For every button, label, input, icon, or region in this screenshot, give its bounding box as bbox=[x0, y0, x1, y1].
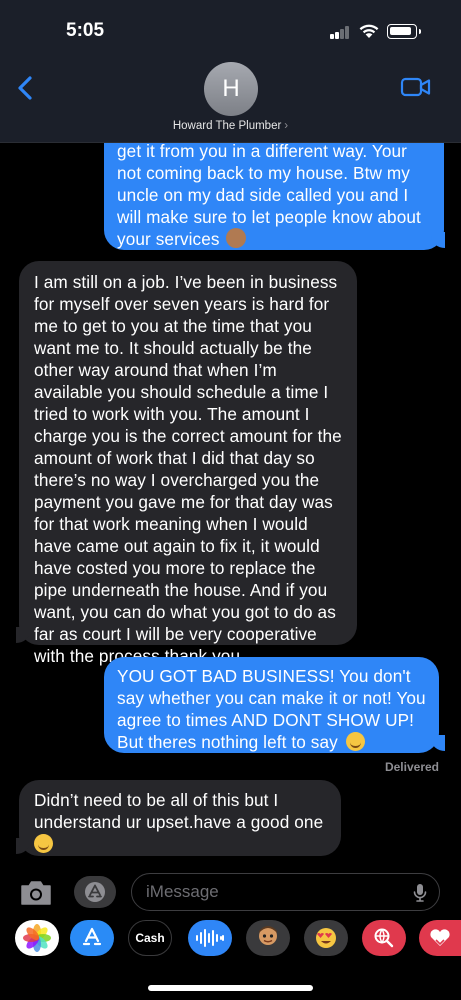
app-store-app-button[interactable] bbox=[70, 920, 114, 956]
battery-icon bbox=[387, 24, 421, 39]
digital-touch-app-button[interactable] bbox=[419, 920, 461, 956]
message-text: I am still on a job. I’ve been in busine… bbox=[34, 272, 342, 666]
smiling-face-emoji-icon bbox=[34, 834, 53, 853]
memoji-icon bbox=[259, 926, 277, 945]
app-drawer: Cash bbox=[0, 920, 461, 960]
photos-icon bbox=[23, 924, 51, 952]
message-text: YOU GOT BAD BUSINESS! You don't say whet… bbox=[117, 666, 426, 752]
contact-name-label: Howard The Plumber bbox=[172, 120, 282, 132]
bubble-tail-mask bbox=[2, 836, 16, 854]
status-time: 5:05 bbox=[66, 20, 105, 41]
chevron-right-icon: › bbox=[284, 120, 289, 132]
apple-cash-app-button[interactable]: Cash bbox=[128, 920, 172, 956]
home-indicator[interactable] bbox=[148, 985, 313, 991]
contact-name[interactable]: Howard The Plumber › bbox=[0, 120, 461, 132]
waveform-icon bbox=[196, 929, 224, 947]
message-bubble-incoming[interactable]: I am still on a job. I’ve been in busine… bbox=[19, 261, 357, 666]
bubble-tail-mask bbox=[2, 625, 16, 643]
message-text: get it from you in a different way. Your… bbox=[117, 141, 421, 249]
message-bubble-incoming[interactable]: Didn’t need to be all of this but I unde… bbox=[19, 780, 341, 856]
heart-hands-icon bbox=[430, 929, 450, 946]
app-store-button[interactable] bbox=[74, 876, 116, 908]
waving-hand-emoji-icon bbox=[226, 228, 247, 248]
imessage-input[interactable] bbox=[146, 881, 396, 903]
images-search-app-button[interactable] bbox=[362, 920, 406, 956]
smiling-halo-emoji-icon bbox=[345, 732, 365, 751]
delivered-status: Delivered bbox=[384, 760, 439, 774]
app-store-a-icon bbox=[82, 927, 102, 946]
bubble-tail-mask bbox=[445, 733, 459, 751]
camera-icon[interactable] bbox=[19, 879, 53, 907]
globe-search-icon bbox=[374, 928, 394, 948]
back-chevron-icon[interactable] bbox=[12, 72, 40, 104]
bubble-tail bbox=[431, 735, 445, 751]
avatar-initial: H bbox=[222, 75, 240, 102]
bubble-tail-mask bbox=[445, 230, 459, 248]
message-text: Didn’t need to be all of this but I unde… bbox=[34, 790, 324, 832]
memoji-stickers-app-button[interactable] bbox=[304, 920, 348, 956]
heart-eyes-emoji-icon bbox=[316, 928, 336, 948]
microphone-icon[interactable] bbox=[413, 883, 427, 903]
wifi-icon bbox=[359, 24, 379, 38]
audio-message-app-button[interactable] bbox=[188, 920, 232, 956]
photos-app-button[interactable] bbox=[15, 920, 59, 956]
app-store-icon bbox=[85, 882, 105, 902]
facetime-video-icon[interactable] bbox=[400, 76, 432, 98]
memoji-app-button[interactable] bbox=[246, 920, 290, 956]
message-input-field[interactable] bbox=[131, 873, 440, 911]
message-bubble-outgoing[interactable]: YOU GOT BAD BUSINESS! You don't say whet… bbox=[104, 657, 439, 753]
contact-avatar[interactable]: H bbox=[204, 62, 258, 116]
conversation-header: 5:05 H Howard The Plumber › bbox=[0, 0, 461, 143]
apple-cash-label: Cash bbox=[135, 931, 165, 945]
cellular-signal-icon bbox=[330, 26, 350, 39]
